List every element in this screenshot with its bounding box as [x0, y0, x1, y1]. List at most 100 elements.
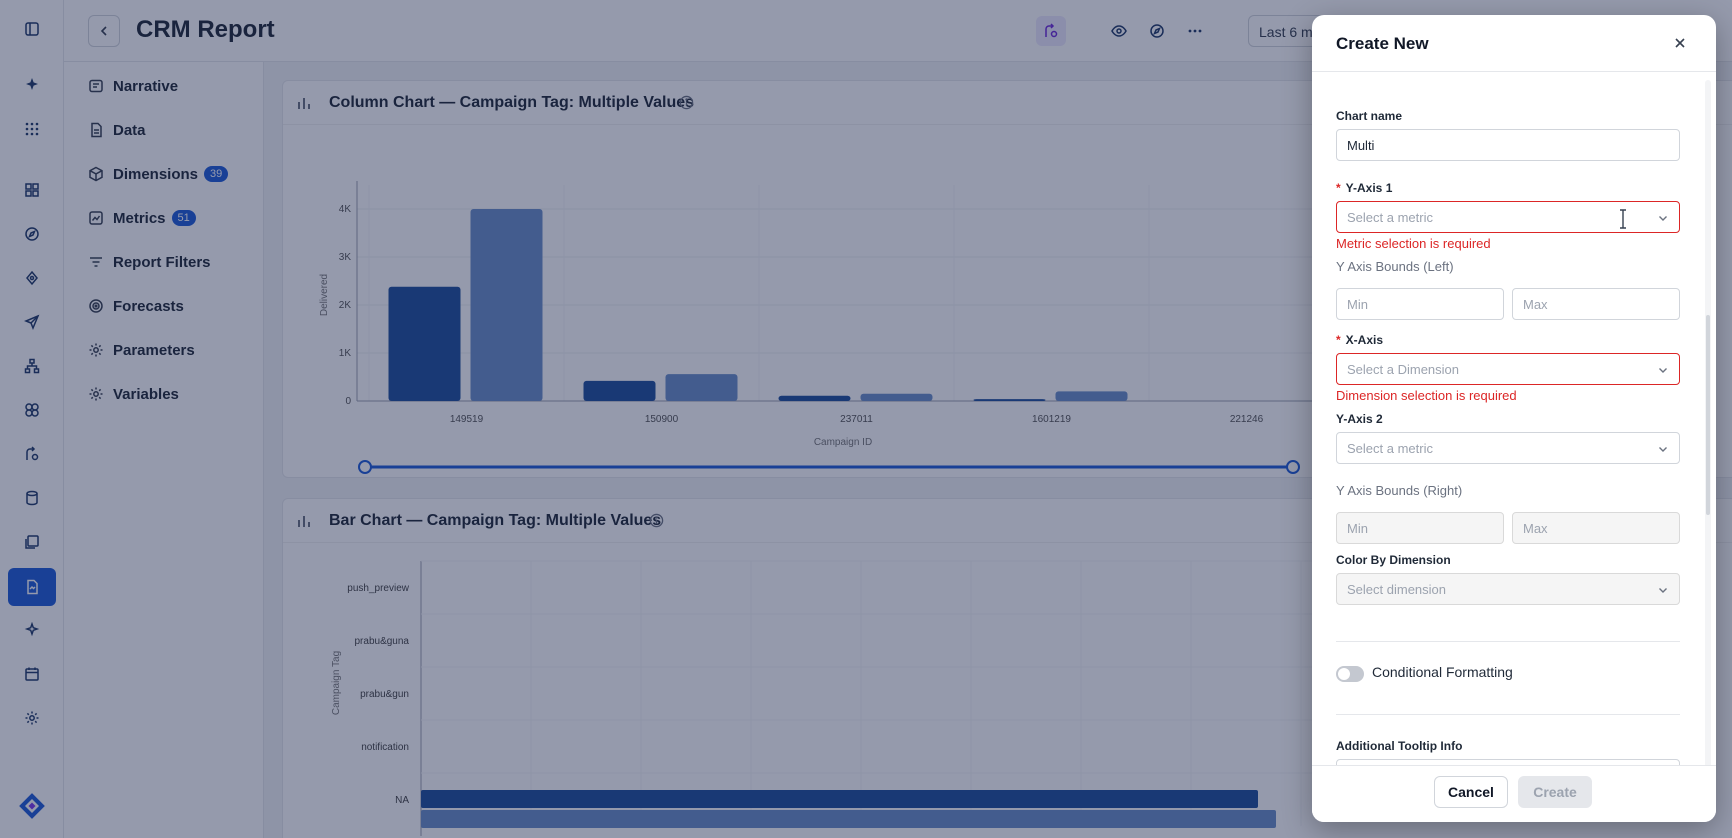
- y-tick-label: 2K: [339, 300, 352, 311]
- y-axis-1-placeholder: Select a metric: [1347, 209, 1433, 225]
- info-icon[interactable]: [679, 95, 694, 110]
- eye-icon[interactable]: [1104, 16, 1134, 46]
- y-bounds-left-min-input[interactable]: Min: [1336, 288, 1504, 320]
- back-button[interactable]: [88, 15, 120, 47]
- column-bar: [1055, 391, 1128, 401]
- sidenav-item-dimensions[interactable]: Dimensions 39: [88, 160, 229, 188]
- sidenav-label: Narrative: [113, 77, 179, 95]
- forecast-icon: [89, 299, 103, 313]
- settings-icon[interactable]: [8, 699, 56, 737]
- app-logo: [8, 787, 56, 825]
- min-placeholder: Min: [1347, 296, 1368, 312]
- y-tick-label: prabu&gun: [360, 689, 409, 700]
- y-axis-label: Delivered: [319, 274, 330, 316]
- x-axis-error: Dimension selection is required: [1336, 388, 1517, 403]
- metrics-icon: [89, 211, 103, 225]
- send-icon[interactable]: [8, 303, 56, 341]
- create-button[interactable]: Create: [1518, 776, 1592, 808]
- sidenav-item-report-filters[interactable]: Report Filters: [88, 248, 211, 276]
- info-icon[interactable]: [649, 513, 664, 528]
- sidenav-item-narrative[interactable]: Narrative: [88, 72, 178, 100]
- y-bounds-right-min-input[interactable]: Min: [1336, 512, 1504, 544]
- apps-grid-icon[interactable]: [8, 110, 56, 148]
- left-rail: [0, 0, 64, 838]
- explore-icon[interactable]: [1142, 16, 1172, 46]
- tooltip-info-label: Additional Tooltip Info: [1336, 739, 1463, 753]
- y-axis-2-placeholder: Select a metric: [1347, 440, 1433, 456]
- x-axis-select[interactable]: Select a Dimension: [1336, 353, 1680, 385]
- page-title: CRM Report: [136, 16, 275, 43]
- ai-assist-icon[interactable]: [1036, 16, 1066, 46]
- x-tick-label: 149519: [450, 414, 484, 425]
- close-icon[interactable]: [1670, 33, 1690, 53]
- count-badge: 51: [171, 210, 196, 226]
- y-bounds-right-max-input[interactable]: Max: [1512, 512, 1680, 544]
- sidenav-label: Report Filters: [113, 253, 211, 271]
- chart-name-input[interactable]: Multi: [1336, 129, 1680, 161]
- sidenav-item-data[interactable]: Data: [88, 116, 146, 144]
- x-tick-label: 221246: [1230, 414, 1264, 425]
- sidebar-toggle-icon[interactable]: [8, 10, 56, 48]
- cancel-button[interactable]: Cancel: [1434, 776, 1508, 808]
- x-axis-label-text: X-Axis: [1345, 333, 1384, 347]
- narrative-icon: [89, 79, 103, 93]
- sidenav-label: Metrics: [113, 209, 166, 227]
- drawer-header: Create New: [1312, 15, 1716, 72]
- conditional-formatting-label: Conditional Formatting: [1372, 664, 1513, 680]
- segments-icon[interactable]: [8, 391, 56, 429]
- color-by-dimension-select[interactable]: Select dimension: [1336, 573, 1680, 605]
- range-slider-handle: [358, 460, 372, 474]
- y-axis-2-label: Y-Axis 2: [1336, 412, 1383, 426]
- hierarchy-icon[interactable]: [8, 347, 56, 385]
- scrollbar-thumb[interactable]: [1706, 315, 1710, 515]
- y-tick-label: 0: [345, 396, 351, 407]
- sidenav-label: Dimensions: [113, 165, 199, 183]
- x-axis-label: Campaign ID: [814, 437, 872, 448]
- y-tick-label: push_preview: [347, 583, 409, 594]
- horizontal-bar: [421, 810, 1276, 828]
- reports-icon[interactable]: [8, 523, 56, 561]
- color-dimension-placeholder: Select dimension: [1347, 581, 1446, 597]
- y-axis-label: Campaign Tag: [331, 651, 342, 715]
- sidenav-item-variables[interactable]: Variables: [88, 380, 179, 408]
- y-bounds-right-label: Y Axis Bounds (Right): [1336, 483, 1463, 498]
- drawer-title: Create New: [1336, 34, 1429, 53]
- sidenav-item-metrics[interactable]: Metrics 51: [88, 204, 196, 232]
- column-bar: [973, 399, 1046, 401]
- report-active-icon[interactable]: [8, 568, 56, 606]
- journey-icon[interactable]: [8, 435, 56, 473]
- y-axis-1-label-text: Y-Axis 1: [1345, 181, 1393, 195]
- sidenav-label: Variables: [113, 385, 179, 403]
- sidenav-label: Forecasts: [113, 297, 184, 315]
- more-icon[interactable]: [1180, 16, 1210, 46]
- target-icon[interactable]: [8, 259, 56, 297]
- divider: [1336, 641, 1680, 642]
- y-axis-1-error: Metric selection is required: [1336, 236, 1491, 251]
- ai-icon[interactable]: [8, 611, 56, 649]
- color-by-dimension-label: Color By Dimension: [1336, 553, 1451, 567]
- x-axis-placeholder: Select a Dimension: [1347, 361, 1459, 377]
- chevron-down-icon: [1659, 447, 1667, 452]
- y-axis-2-select[interactable]: Select a metric: [1336, 432, 1680, 464]
- y-bounds-left-max-input[interactable]: Max: [1512, 288, 1680, 320]
- dashboard-icon[interactable]: [8, 171, 56, 209]
- y-tick-label: prabu&guna: [355, 636, 410, 647]
- bar-chart-icon: [298, 516, 310, 527]
- calendar-icon[interactable]: [8, 655, 56, 693]
- sparkle-icon[interactable]: [8, 66, 56, 104]
- compass-icon[interactable]: [8, 215, 56, 253]
- max-placeholder: Max: [1523, 296, 1548, 312]
- column-chart: 0 1K 2K 3K 4K 149519 150900 237011 1601219 221246…: [319, 181, 1323, 474]
- chevron-down-icon: [1659, 588, 1667, 593]
- chart-name-value: Multi: [1347, 137, 1375, 153]
- y-axis-1-select[interactable]: Select a metric: [1336, 201, 1680, 233]
- bar-chart: push_preview prabu&guna prabu&gun notificat…: [331, 560, 1321, 836]
- conditional-formatting-toggle[interactable]: [1336, 666, 1364, 682]
- card-title: Column Chart — Campaign Tag: Multiple Va…: [329, 94, 695, 111]
- y-tick-label: 1K: [339, 348, 352, 359]
- column-bar: [388, 286, 461, 401]
- sidenav-item-parameters[interactable]: Parameters: [88, 336, 195, 364]
- database-icon[interactable]: [8, 479, 56, 517]
- bar-chart-icon: [298, 98, 310, 109]
- sidenav-item-forecasts[interactable]: Forecasts: [88, 292, 184, 320]
